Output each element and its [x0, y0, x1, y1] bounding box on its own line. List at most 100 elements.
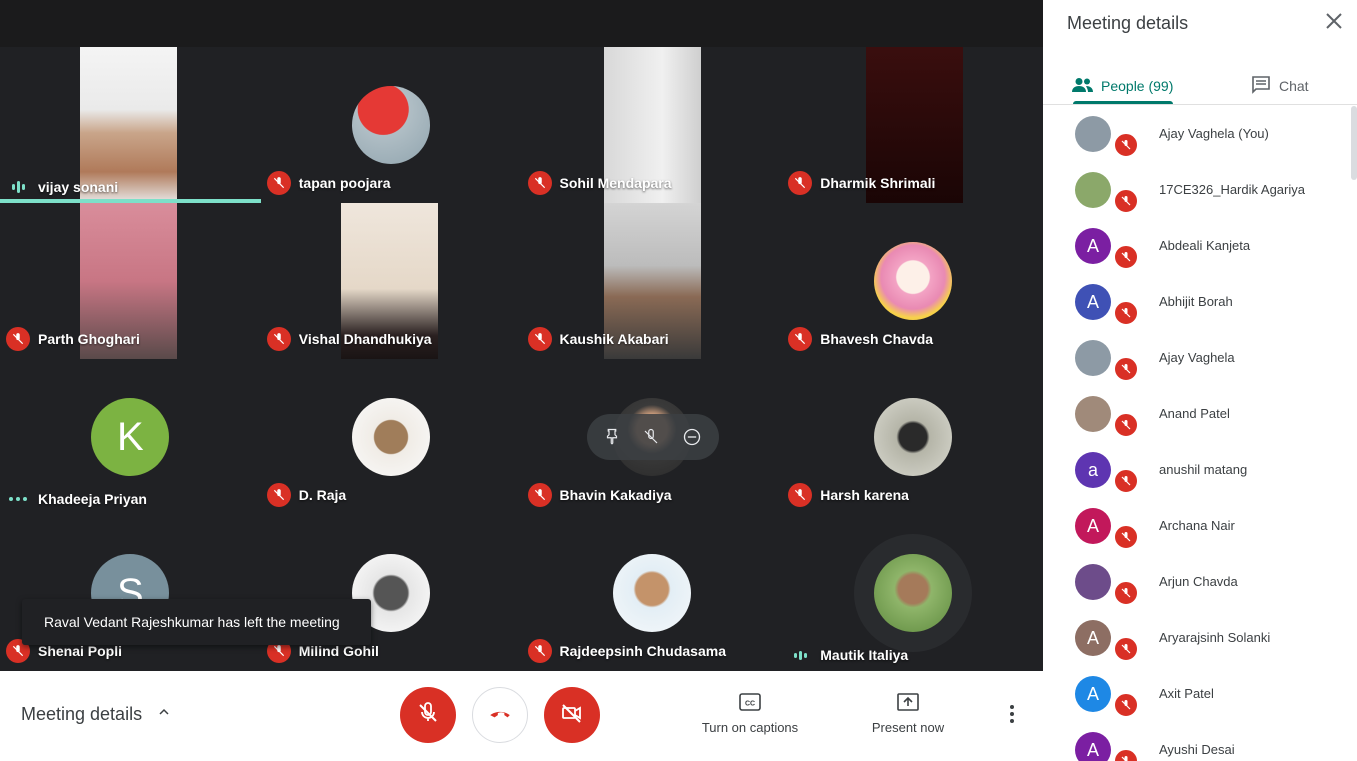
participant-list-item[interactable]: A Axit Patel [1043, 666, 1357, 722]
mute-participant-icon[interactable] [642, 428, 660, 446]
participant-name: tapan poojara [298, 175, 391, 191]
chat-icon [1251, 75, 1271, 97]
present-button[interactable]: Present now [848, 693, 968, 735]
participant-list-avatar: A [1075, 228, 1111, 264]
participant-list-item[interactable]: Anand Patel [1043, 386, 1357, 442]
panel-divider [1043, 104, 1357, 105]
more-vert-icon [1009, 704, 1015, 729]
participant-nametag: Bhavesh Chavda [788, 327, 933, 351]
remove-participant-icon[interactable] [682, 427, 702, 447]
mic-off-icon [527, 483, 552, 507]
participant-list-name: Anand Patel [1159, 406, 1230, 421]
mic-off-icon [266, 171, 291, 195]
participant-tile[interactable]: Milind Gohil [260, 515, 522, 671]
participant-nametag: D. Raja [266, 483, 347, 507]
mic-off-icon [1113, 244, 1139, 270]
meet-window: vijay sonani tapan poojara Sohil Mendapa… [0, 0, 1357, 761]
participant-tile[interactable]: K Khadeeja Priyan [0, 359, 261, 515]
participant-list-name: Ajay Vaghela (You) [1159, 126, 1269, 141]
participant-tile[interactable]: Harsh karena [782, 359, 1043, 515]
participant-tile[interactable]: Vishal Dhandhukiya [260, 203, 522, 359]
participant-list-name: 17CE326_Hardik Agariya [1159, 182, 1305, 197]
mic-off-icon [266, 483, 291, 507]
participant-nametag: Harsh karena [788, 483, 909, 507]
mic-off-icon [1113, 356, 1139, 382]
participant-list-item[interactable]: Ajay Vaghela (You) [1043, 106, 1357, 162]
participant-tile[interactable]: Bhavesh Chavda [782, 203, 1043, 359]
participant-nametag: Sohil Mendapara [527, 171, 672, 195]
people-icon [1071, 77, 1093, 96]
participant-list-item[interactable]: A Aryarajsinh Solanki [1043, 610, 1357, 666]
participant-nametag: Dharmik Shrimali [788, 171, 935, 195]
participant-list-name: Archana Nair [1159, 518, 1235, 533]
participant-list-item[interactable]: Ajay Vaghela [1043, 330, 1357, 386]
participant-list-item[interactable]: A Archana Nair [1043, 498, 1357, 554]
phone-hangup-icon [487, 700, 513, 731]
participant-list-item[interactable]: Arjun Chavda [1043, 554, 1357, 610]
more-options-button[interactable] [1000, 701, 1024, 731]
participant-tile[interactable]: D. Raja [260, 359, 522, 515]
participant-tile[interactable]: Bhavin Kakadiya [521, 359, 783, 515]
participant-list-item[interactable]: a anushil matang [1043, 442, 1357, 498]
participant-tile[interactable]: Mautik Italiya [782, 515, 1043, 671]
microphone-toggle-button[interactable] [400, 687, 456, 743]
participant-list-name: Axit Patel [1159, 686, 1214, 701]
participant-tile[interactable]: S Shenai Popli [0, 515, 261, 671]
tile-hover-controls [586, 414, 719, 460]
participant-grid: vijay sonani tapan poojara Sohil Mendapa… [0, 47, 1043, 671]
participant-tile[interactable]: Parth Ghoghari [0, 203, 261, 359]
participant-list-item[interactable]: 17CE326_Hardik Agariya [1043, 162, 1357, 218]
participant-list-avatar [1075, 340, 1111, 376]
mic-off-icon [1113, 188, 1139, 214]
participant-list-avatar: A [1075, 508, 1111, 544]
audio-indicator-icon [6, 497, 30, 501]
people-list-scrollbar[interactable] [1351, 106, 1357, 180]
participant-nametag: Kaushik Akabari [527, 327, 669, 351]
participant-tile[interactable]: vijay sonani [0, 47, 261, 203]
participant-tile[interactable]: Rajdeepsinh Chudasama [521, 515, 783, 671]
captions-button[interactable]: CC Turn on captions [690, 693, 810, 735]
participant-nametag: Parth Ghoghari [6, 327, 140, 351]
chevron-up-icon [156, 704, 172, 725]
video-stage: vijay sonani tapan poojara Sohil Mendapa… [0, 0, 1043, 671]
participant-list-item[interactable]: A Abdeali Kanjeta [1043, 218, 1357, 274]
participant-tile[interactable]: Dharmik Shrimali [782, 47, 1043, 203]
mic-off-icon [1113, 132, 1139, 158]
participant-list-avatar: A [1075, 284, 1111, 320]
participant-avatar [873, 242, 952, 320]
camera-toggle-button[interactable] [544, 687, 600, 743]
participant-nametag: Khadeeja Priyan [6, 491, 147, 507]
participant-name: Rajdeepsinh Chudasama [559, 643, 727, 659]
tab-people[interactable]: People (99) [1071, 66, 1173, 106]
participant-list-item[interactable]: A Ayushi Desai [1043, 722, 1357, 761]
tab-chat[interactable]: Chat [1251, 66, 1309, 106]
participant-name: D. Raja [298, 487, 347, 503]
meeting-details-toggle[interactable]: Meeting details [21, 704, 172, 725]
leave-call-button[interactable] [472, 687, 528, 743]
pin-icon[interactable] [603, 428, 621, 446]
participant-list-item[interactable]: A Abhijit Borah [1043, 274, 1357, 330]
participant-tile[interactable]: Kaushik Akabari [521, 203, 783, 359]
participant-list-name: Ajay Vaghela [1159, 350, 1235, 365]
participant-avatar: K [91, 398, 170, 476]
participant-tile[interactable]: tapan poojara [260, 47, 522, 203]
participant-tile[interactable]: Sohil Mendapara [521, 47, 783, 203]
participant-nametag: vijay sonani [6, 179, 118, 195]
participant-list-avatar: A [1075, 620, 1111, 656]
panel-title: Meeting details [1067, 13, 1189, 33]
close-icon [1325, 13, 1343, 34]
mic-off-icon [1113, 580, 1139, 606]
participant-nametag: Rajdeepsinh Chudasama [527, 639, 727, 663]
participant-list-avatar [1075, 172, 1111, 208]
mic-off-icon [788, 327, 813, 351]
close-panel-button[interactable] [1325, 12, 1347, 34]
participant-list-avatar [1075, 396, 1111, 432]
notification-toast: Raval Vedant Rajeshkumar has left the me… [22, 599, 371, 645]
participant-nametag: tapan poojara [266, 171, 391, 195]
participant-name: Kaushik Akabari [559, 331, 669, 347]
mic-off-icon [1113, 524, 1139, 550]
participant-name: Milind Gohil [298, 643, 379, 659]
mic-off-icon [527, 171, 552, 195]
mic-off-icon [266, 327, 291, 351]
participant-name: Sohil Mendapara [559, 175, 672, 191]
